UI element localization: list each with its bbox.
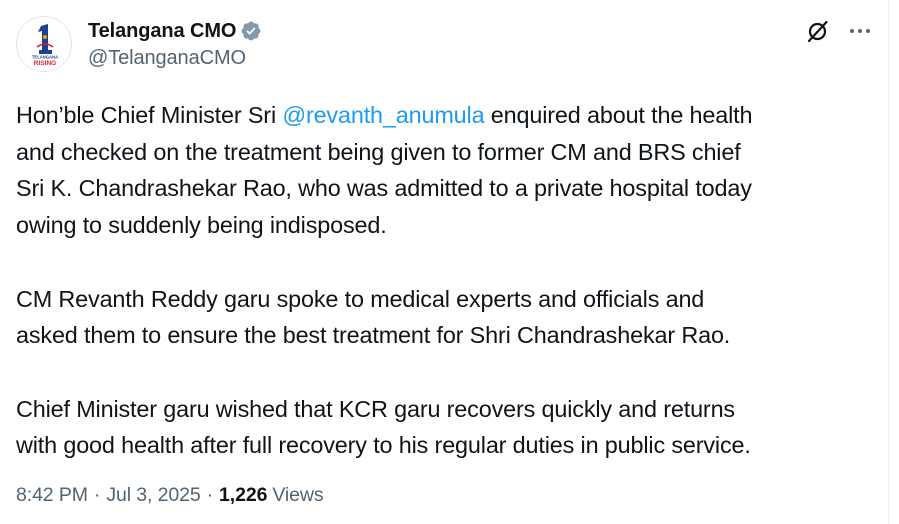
author-handle[interactable]: @TelanganaCMO	[88, 47, 262, 70]
tweet-meta: 8:42 PM · Jul 3, 2025 · 1,226 Views	[16, 484, 324, 507]
panel-border	[888, 0, 889, 524]
views-count: 1,226	[219, 484, 268, 506]
tweet-text-line: Chief Minister garu wished that KCR garu…	[16, 395, 735, 422]
tweet-text-segment: Hon’ble Chief Minister Sri	[16, 102, 283, 128]
tweet-paragraph-1: Hon’ble Chief Minister Sri @revanth_anum…	[16, 97, 876, 244]
logo-word-rising: RISING	[34, 60, 56, 67]
author-display-name[interactable]: Telangana CMO	[88, 20, 236, 43]
views-label: Views	[272, 484, 324, 506]
tweet-paragraph-2: CM Revanth Reddy garu spoke to medical e…	[16, 281, 876, 354]
tweet-text-line: owing to suddenly being indisposed.	[16, 212, 387, 239]
author-names: Telangana CMO @TelanganaCMO	[88, 18, 262, 70]
tweet-text-line: and checked on the treatment being given…	[16, 138, 741, 165]
telangana-rising-logo: TELANGANA RISING	[17, 17, 71, 71]
tweet-header: TELANGANA RISING Telangana CMO @Telangan…	[16, 14, 873, 76]
meta-separator: ·	[93, 484, 101, 506]
tweet-text-line: asked them to ensure the best treatment …	[16, 322, 731, 349]
more-options-icon[interactable]	[847, 18, 873, 44]
meta-separator: ·	[206, 484, 214, 506]
avatar[interactable]: TELANGANA RISING	[16, 16, 72, 72]
tweet-time[interactable]: 8:42 PM	[16, 484, 88, 507]
verified-badge-icon[interactable]	[240, 20, 262, 42]
tweet-text-segment: enquired about the health	[484, 102, 753, 128]
logo-word-telangana: TELANGANA	[32, 55, 58, 60]
tweet-top-actions	[805, 18, 873, 44]
tweet-text-line: Sri K. Chandrashekar Rao, who was admitt…	[16, 175, 752, 202]
grok-icon[interactable]	[805, 18, 831, 44]
tweet-text-line: with good health after full recovery to …	[16, 432, 751, 459]
tweet-text-line: CM Revanth Reddy garu spoke to medical e…	[16, 285, 705, 312]
tweet-date[interactable]: Jul 3, 2025	[106, 484, 200, 507]
mention-link[interactable]: @revanth_anumula	[282, 102, 484, 128]
tweet-paragraph-3: Chief Minister garu wished that KCR garu…	[16, 391, 876, 464]
tweet-text: Hon’ble Chief Minister Sri @revanth_anum…	[16, 97, 876, 464]
